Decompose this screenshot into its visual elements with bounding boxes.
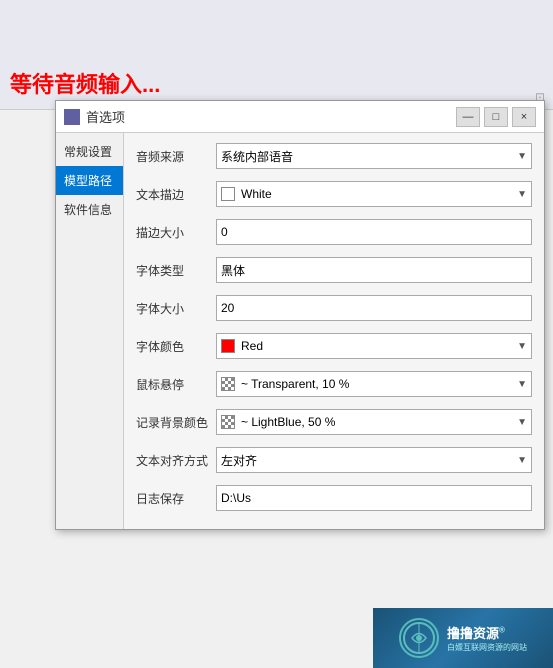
sidebar-item-model[interactable]: 模型路径 (56, 166, 123, 195)
select-text-stroke[interactable]: White ▼ (216, 181, 532, 207)
close-button[interactable]: × (512, 107, 536, 127)
preferences-dialog: 首选项 — □ × 常规设置 模型路径 软件信息 音频来源 (55, 100, 545, 530)
label-stroke-size: 描边大小 (136, 224, 216, 241)
label-log-save: 日志保存 (136, 490, 216, 507)
dialog-body: 常规设置 模型路径 软件信息 音频来源 系统内部语音 ▼ (56, 133, 544, 529)
form-row-mouse-hover: 鼠标悬停 ~ Transparent, 10 % ▼ (136, 369, 532, 399)
label-mouse-hover: 鼠标悬停 (136, 376, 216, 393)
sidebar: 常规设置 模型路径 软件信息 (56, 133, 124, 529)
label-bg-color: 记录背景颜色 (136, 414, 216, 431)
sidebar-item-general[interactable]: 常规设置 (56, 137, 123, 166)
watermark-container: 撸撸资源® 白嫖互联网资源的网站 (389, 618, 537, 658)
input-stroke-size[interactable] (216, 219, 532, 245)
form-row-font-type: 字体类型 (136, 255, 532, 285)
watermark-text-area: 撸撸资源® 白嫖互联网资源的网站 (447, 623, 527, 653)
control-font-type (216, 257, 532, 283)
chevron-down-icon: ▼ (517, 189, 527, 200)
control-font-size (216, 295, 532, 321)
checker-swatch-2 (221, 415, 235, 429)
label-font-size: 字体大小 (136, 300, 216, 317)
white-swatch (221, 187, 235, 201)
settings-content: 音频来源 系统内部语音 ▼ 文本描边 White (124, 133, 544, 529)
label-text-stroke: 文本描边 (136, 186, 216, 203)
dialog-title: 首选项 (86, 107, 456, 126)
select-text-align[interactable]: 左对齐 ▼ (216, 447, 532, 473)
title-bar-controls: — □ × (456, 107, 536, 127)
control-text-stroke: White ▼ (216, 181, 532, 207)
minimize-button[interactable]: — (456, 107, 480, 127)
watermark-logo-icon (399, 618, 439, 658)
logo-svg (402, 621, 436, 655)
input-font-size[interactable] (216, 295, 532, 321)
control-bg-color: ~ LightBlue, 50 % ▼ (216, 409, 532, 435)
control-log-save (216, 485, 532, 511)
label-font-color: 字体颜色 (136, 338, 216, 355)
form-row-font-size: 字体大小 (136, 293, 532, 323)
control-stroke-size (216, 219, 532, 245)
chevron-down-icon: ▼ (517, 341, 527, 352)
form-row-font-color: 字体颜色 Red ▼ (136, 331, 532, 361)
watermark-reg: ® (499, 626, 505, 635)
watermark: 撸撸资源® 白嫖互联网资源的网站 (373, 608, 553, 668)
sidebar-item-about[interactable]: 软件信息 (56, 195, 123, 224)
top-area: 等待音频输入... ⊡ (0, 0, 553, 110)
control-font-color: Red ▼ (216, 333, 532, 359)
form-row-bg-color: 记录背景颜色 ~ LightBlue, 50 % ▼ (136, 407, 532, 437)
chevron-down-icon: ▼ (517, 455, 527, 466)
title-bar: 首选项 — □ × (56, 101, 544, 133)
chevron-down-icon: ▼ (517, 379, 527, 390)
dialog-icon (64, 109, 80, 125)
checker-swatch (221, 377, 235, 391)
watermark-brand-name: 撸撸资源® (447, 623, 527, 642)
select-audio-source[interactable]: 系统内部语音 ▼ (216, 143, 532, 169)
label-audio-source: 音频来源 (136, 148, 216, 165)
form-row-text-align: 文本对齐方式 左对齐 ▼ (136, 445, 532, 475)
red-swatch (221, 339, 235, 353)
form-row-audio-source: 音频来源 系统内部语音 ▼ (136, 141, 532, 171)
label-font-type: 字体类型 (136, 262, 216, 279)
label-text-align: 文本对齐方式 (136, 452, 216, 469)
chevron-down-icon: ▼ (517, 417, 527, 428)
waiting-text: 等待音频输入... (10, 67, 160, 99)
maximize-button[interactable]: □ (484, 107, 508, 127)
form-row-text-stroke: 文本描边 White ▼ (136, 179, 532, 209)
watermark-subtitle: 白嫖互联网资源的网站 (447, 642, 527, 653)
chevron-down-icon: ▼ (517, 151, 527, 162)
form-row-stroke-size: 描边大小 (136, 217, 532, 247)
select-bg-color[interactable]: ~ LightBlue, 50 % ▼ (216, 409, 532, 435)
input-font-type[interactable] (216, 257, 532, 283)
input-log-save[interactable] (216, 485, 532, 511)
control-audio-source: 系统内部语音 ▼ (216, 143, 532, 169)
control-text-align: 左对齐 ▼ (216, 447, 532, 473)
select-mouse-hover[interactable]: ~ Transparent, 10 % ▼ (216, 371, 532, 397)
select-font-color[interactable]: Red ▼ (216, 333, 532, 359)
form-row-log-save: 日志保存 (136, 483, 532, 513)
control-mouse-hover: ~ Transparent, 10 % ▼ (216, 371, 532, 397)
